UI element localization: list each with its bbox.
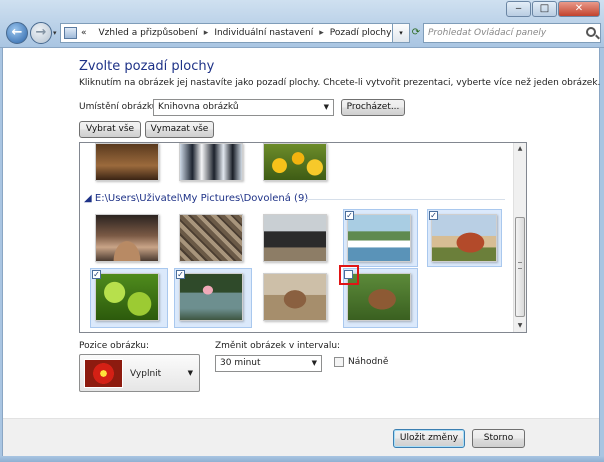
location-value: Knihovna obrázků [158, 102, 239, 112]
collapse-triangle-icon[interactable]: ◢ [84, 193, 95, 204]
breadcrumb-separator-icon[interactable]: ▸ [319, 28, 324, 38]
position-value: Vyplnit [130, 369, 162, 379]
wallpaper-thumbnail[interactable] [179, 273, 243, 321]
breadcrumb-separator-icon[interactable]: ▸ [204, 28, 209, 38]
wallpaper-thumbnail[interactable] [95, 143, 159, 181]
shuffle-label[interactable]: Náhodně [348, 357, 388, 367]
wallpaper-thumbnail[interactable] [179, 214, 243, 262]
highlight-box [339, 265, 359, 285]
scroll-up-icon[interactable]: ▲ [514, 143, 526, 155]
page-title: Zvolte pozadí plochy [79, 59, 215, 74]
position-preview [84, 359, 123, 388]
breadcrumb-item[interactable]: Pozadí plochy [330, 28, 392, 38]
wallpaper-thumbnail[interactable] [431, 214, 497, 262]
wallpaper-thumbnail[interactable] [179, 143, 243, 181]
breadcrumb-item[interactable]: Individuální nastavení [214, 28, 313, 38]
scroll-thumb[interactable] [515, 217, 525, 317]
maximize-button[interactable]: □ [532, 1, 557, 17]
minimize-button[interactable]: ‒ [506, 1, 531, 17]
thumbnail-checkbox[interactable]: ✓ [176, 270, 185, 279]
address-dropdown-button[interactable]: ▾ [392, 23, 410, 43]
wallpaper-thumbnail[interactable] [263, 214, 327, 262]
chevron-down-icon: ▼ [187, 369, 193, 377]
thumbnail-checkbox[interactable]: ✓ [345, 211, 354, 220]
address-bar[interactable]: « Vzhled a přizpůsobení ▸ Individuální n… [60, 23, 410, 43]
clear-all-button[interactable]: Vymazat vše [145, 121, 214, 138]
wallpaper-thumbnail[interactable] [263, 273, 327, 321]
chevron-down-icon: ▼ [311, 359, 317, 367]
wallpaper-thumbnail[interactable] [263, 143, 327, 181]
select-all-button[interactable]: Vybrat vše [79, 121, 141, 138]
back-button[interactable]: ← [6, 22, 28, 44]
shuffle-checkbox[interactable] [334, 357, 344, 367]
recent-pages-button[interactable]: ▾ [53, 29, 57, 37]
gallery-group-header[interactable]: ◢ E:\Users\Uživatel\My Pictures\Dovolená… [84, 193, 308, 204]
group-title: E:\Users\Uživatel\My Pictures\Dovolená (… [94, 193, 309, 204]
wallpaper-thumbnail[interactable] [347, 214, 411, 262]
search-placeholder: Prohledat Ovládací panely [428, 28, 547, 38]
search-input[interactable]: Prohledat Ovládací panely [423, 23, 601, 43]
window-frame [0, 456, 604, 462]
window-controls: ‒ □ ✕ [505, 1, 600, 17]
wallpaper-thumbnail[interactable] [95, 214, 159, 262]
location-label: Umístění obrázku: [79, 102, 161, 112]
window-frame [600, 48, 604, 458]
control-panel-icon [64, 27, 77, 39]
save-button[interactable]: Uložit změny [393, 429, 465, 448]
title-bar: ‒ □ ✕ ← → ▾ « Vzhled a přizpůsobení ▸ In… [0, 0, 604, 48]
group-divider [305, 199, 505, 200]
page-description: Kliknutím na obrázek jej nastavíte jako … [79, 78, 601, 88]
search-icon[interactable] [586, 27, 596, 37]
interval-select[interactable]: 30 minut ▼ [215, 355, 322, 372]
position-label: Pozice obrázku: [79, 341, 150, 351]
thumbnail-checkbox[interactable]: ✓ [92, 270, 101, 279]
location-select[interactable]: Knihovna obrázků ▼ [153, 99, 334, 116]
browse-button[interactable]: Procházet... [341, 99, 405, 116]
cancel-button[interactable]: Storno [472, 429, 525, 448]
close-button[interactable]: ✕ [558, 1, 600, 17]
refresh-icon[interactable]: ⟳ [410, 23, 422, 43]
thumbnail-checkbox[interactable]: ✓ [429, 211, 438, 220]
forward-button[interactable]: → [30, 22, 52, 44]
scroll-down-icon[interactable]: ▼ [514, 320, 526, 332]
chevron-down-icon: ▼ [323, 103, 329, 111]
breadcrumb-overflow[interactable]: « [81, 28, 87, 38]
vertical-scrollbar[interactable]: ▲ ▼ [513, 143, 526, 332]
breadcrumb-item[interactable]: Vzhled a přizpůsobení [99, 28, 198, 38]
wallpaper-thumbnail[interactable] [95, 273, 159, 321]
interval-label: Změnit obrázek v intervalu: [215, 341, 341, 351]
interval-value: 30 minut [220, 358, 261, 368]
position-select[interactable]: Vyplnit ▼ [79, 354, 200, 392]
